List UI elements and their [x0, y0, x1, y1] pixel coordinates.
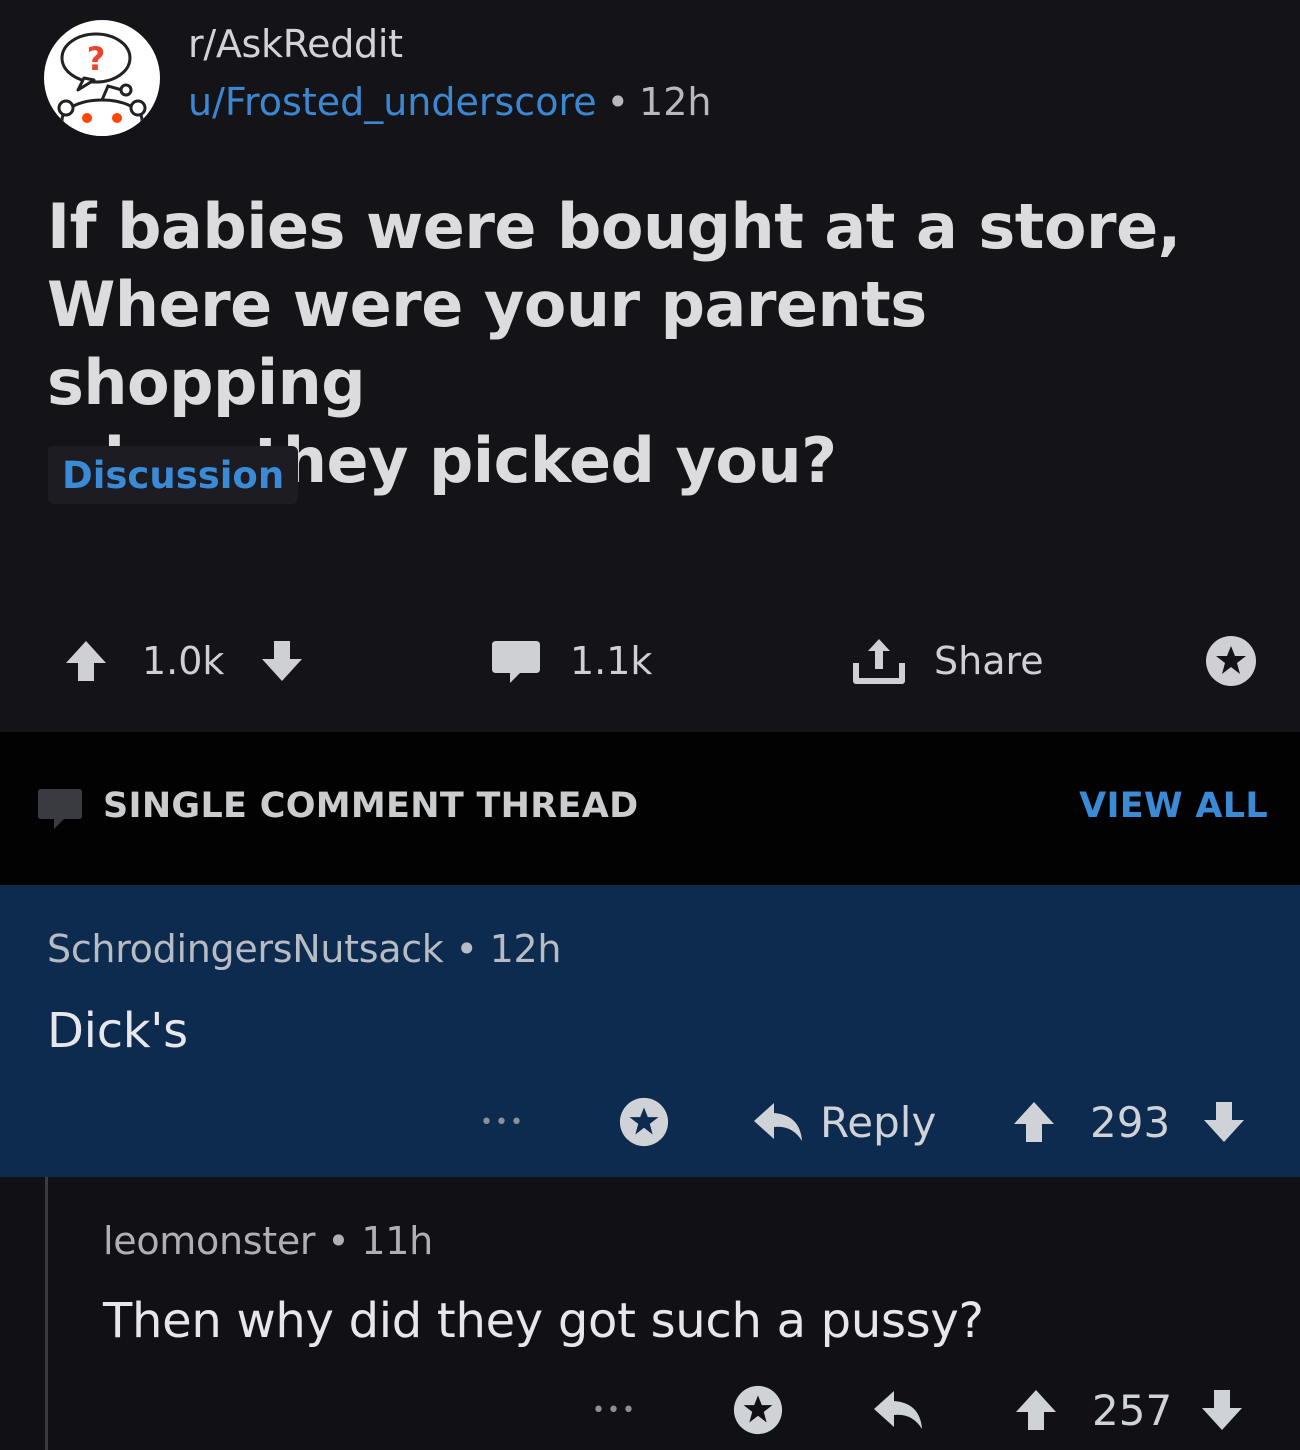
reply-downvote-button[interactable] [1198, 1380, 1246, 1440]
upvote-arrow-icon [66, 641, 106, 681]
askreddit-logo-icon: ? [57, 32, 147, 136]
comment-meta: SchrodingersNutsack • 12h [47, 927, 561, 971]
view-all-button[interactable]: VIEW ALL [1079, 786, 1268, 826]
downvote-arrow-icon [1204, 1102, 1244, 1142]
comment-time: 12h [489, 927, 562, 971]
reply-meta: leomonster • 11h [103, 1219, 433, 1263]
reply-arrow-icon [874, 1391, 922, 1429]
subreddit-avatar[interactable]: ? [44, 20, 160, 136]
award-icon [1206, 636, 1256, 686]
post-action-bar: 1.0k 1.1k Share [0, 630, 1300, 692]
upvote-button[interactable] [62, 630, 110, 692]
award-button[interactable] [1204, 630, 1258, 692]
upvote-arrow-icon [1014, 1102, 1054, 1142]
post-title-line: Where were your parents shopping [47, 268, 927, 419]
share-label: Share [934, 639, 1044, 683]
share-button[interactable]: Share [850, 630, 1044, 692]
meta-separator: • [455, 927, 478, 971]
share-icon [853, 639, 905, 684]
comment-body: Dick's [47, 1003, 188, 1059]
meta-separator: • [606, 80, 630, 124]
comment-author[interactable]: SchrodingersNutsack [47, 927, 444, 971]
reply-time: 11h [361, 1219, 433, 1263]
flair-label: Discussion [62, 453, 285, 497]
reply-upvote-button[interactable] [1012, 1380, 1060, 1440]
downvote-arrow-icon [262, 641, 302, 681]
post-title-line: If babies were bought at a store, [47, 190, 1181, 263]
post-comment-count: 1.1k [570, 639, 653, 683]
post-meta: u/Frosted_underscore • 12h [188, 80, 711, 124]
post-flair[interactable]: Discussion [48, 446, 299, 504]
highlighted-comment: SchrodingersNutsack • 12h Dick's ••• Reply… [0, 885, 1300, 1177]
svg-text:?: ? [87, 40, 106, 78]
comment-upvote-button[interactable] [1010, 1092, 1058, 1152]
comment-downvote-button[interactable] [1200, 1092, 1248, 1152]
award-icon [619, 1097, 669, 1147]
post-author[interactable]: u/Frosted_underscore [188, 80, 597, 124]
reply-vote-count: 257 [1092, 1385, 1173, 1435]
thread-comment-icon [36, 786, 84, 836]
single-thread-header: SINGLE COMMENT THREAD VIEW ALL [0, 732, 1300, 885]
comment-bubble-icon [492, 641, 540, 683]
reply-author[interactable]: leomonster [103, 1219, 316, 1263]
comment-vote-count: 293 [1090, 1097, 1171, 1147]
meta-separator: • [327, 1219, 350, 1263]
reply-to-reply-button[interactable] [872, 1380, 926, 1440]
thread-label: SINGLE COMMENT THREAD [103, 786, 639, 826]
comment-award-button[interactable] [618, 1092, 670, 1152]
more-options-button[interactable]: ••• [592, 1380, 637, 1440]
post-card: ? r/AskReddit u/Frosted_underscore • 12h I… [0, 0, 1300, 732]
subreddit-name[interactable]: r/AskReddit [188, 22, 403, 66]
reply-comment: leomonster • 11h Then why did they got suc… [0, 1177, 1300, 1450]
award-icon [733, 1385, 783, 1435]
comments-button[interactable] [490, 630, 542, 692]
reply-award-button[interactable] [732, 1380, 784, 1440]
post-vote-count: 1.0k [142, 639, 225, 683]
reply-label: Reply [820, 1097, 937, 1147]
downvote-arrow-icon [1202, 1390, 1242, 1430]
comment-actions: ••• Reply 293 [0, 1092, 1300, 1152]
reply-body: Then why did they got such a pussy? [103, 1293, 984, 1349]
reply-arrow-icon [754, 1103, 802, 1141]
upvote-arrow-icon [1016, 1390, 1056, 1430]
downvote-button[interactable] [258, 630, 306, 692]
reply-actions: ••• 257 [0, 1380, 1300, 1440]
reply-button[interactable]: Reply [752, 1092, 936, 1152]
post-time: 12h [639, 80, 712, 124]
more-options-button[interactable]: ••• [480, 1092, 525, 1152]
